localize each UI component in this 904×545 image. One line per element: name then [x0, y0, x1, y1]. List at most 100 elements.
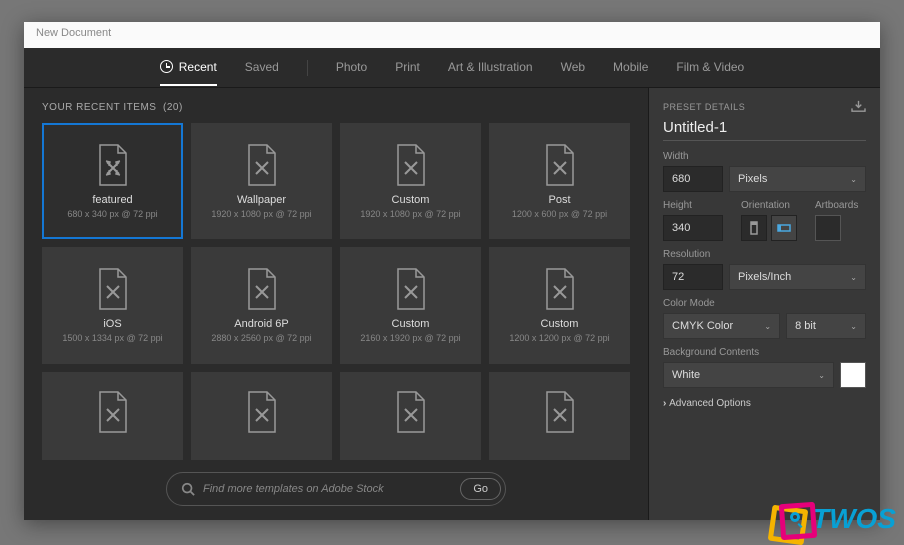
clock-icon [160, 60, 173, 73]
orientation-label: Orientation [741, 200, 797, 211]
template-card-featured[interactable]: featured 680 x 340 px @ 72 ppi [42, 123, 183, 239]
tab-photo[interactable]: Photo [336, 50, 367, 86]
dropdown-value: Pixels [738, 173, 767, 185]
card-meta: 1920 x 1080 px @ 72 ppi [360, 209, 460, 219]
tab-mobile[interactable]: Mobile [613, 50, 648, 86]
dropdown-value: White [672, 369, 700, 381]
artboards-label: Artboards [815, 200, 858, 211]
search-placeholder: Find more templates on Adobe Stock [203, 483, 452, 495]
template-card-wallpaper[interactable]: Wallpaper 1920 x 1080 px @ 72 ppi [191, 123, 332, 239]
template-card-ios[interactable]: iOS 1500 x 1334 px @ 72 ppi [42, 247, 183, 363]
background-contents-label: Background Contents [663, 347, 866, 358]
tab-art[interactable]: Art & Illustration [448, 50, 533, 86]
card-meta: 2160 x 1920 px @ 72 ppi [360, 333, 460, 343]
tab-recent[interactable]: Recent [160, 50, 217, 86]
go-button[interactable]: Go [460, 478, 501, 500]
card-title: featured [92, 194, 132, 206]
template-card-11[interactable] [340, 372, 481, 460]
background-dropdown[interactable]: White ⌄ [663, 362, 834, 388]
template-card-custom-2[interactable]: Custom 2160 x 1920 px @ 72 ppi [340, 247, 481, 363]
save-preset-icon[interactable] [851, 100, 866, 113]
card-title: Android 6P [234, 318, 288, 330]
templates-panel: YOUR RECENT ITEMS (20) featured 680 x 34… [24, 88, 648, 520]
dropdown-value: Pixels/Inch [738, 271, 791, 283]
height-input[interactable]: 340 [663, 215, 723, 241]
card-title: Custom [392, 318, 430, 330]
category-tabs: Recent Saved Photo Print Art & Illustrat… [24, 48, 880, 88]
document-icon [543, 144, 577, 186]
orientation-landscape-button[interactable] [771, 215, 797, 241]
card-meta: 1500 x 1334 px @ 72 ppi [62, 333, 162, 343]
template-card-custom-3[interactable]: Custom 1200 x 1200 px @ 72 ppi [489, 247, 630, 363]
section-header: YOUR RECENT ITEMS (20) [42, 102, 630, 113]
section-count: (20) [163, 102, 183, 113]
tab-label: Recent [179, 60, 217, 74]
template-card-10[interactable] [191, 372, 332, 460]
document-icon [96, 391, 130, 433]
dropdown-value: 8 bit [795, 320, 816, 332]
dialog-title: New Document [36, 27, 111, 39]
orientation-portrait-button[interactable] [741, 215, 767, 241]
artboards-checkbox[interactable] [815, 215, 841, 241]
preset-details-panel: PRESET DETAILS Untitled-1 Width 680 Pixe… [648, 88, 880, 520]
logo-icon [770, 503, 810, 535]
bit-depth-dropdown[interactable]: 8 bit⌄ [786, 313, 866, 339]
document-icon [394, 391, 428, 433]
document-icon [245, 268, 279, 310]
twos-logo: TWOS [770, 503, 896, 535]
width-input[interactable]: 680 [663, 166, 723, 192]
card-title: Custom [541, 318, 579, 330]
advanced-label: Advanced Options [669, 398, 751, 409]
preset-header: PRESET DETAILS [663, 100, 866, 113]
template-card-9[interactable] [42, 372, 183, 460]
tab-label: Web [561, 60, 585, 74]
document-icon [245, 144, 279, 186]
tab-label: Saved [245, 60, 279, 74]
template-card-12[interactable] [489, 372, 630, 460]
document-icon [394, 144, 428, 186]
card-title: iOS [103, 318, 121, 330]
document-icon [394, 268, 428, 310]
template-card-android[interactable]: Android 6P 2880 x 2560 px @ 72 ppi [191, 247, 332, 363]
document-icon [543, 268, 577, 310]
card-meta: 1920 x 1080 px @ 72 ppi [211, 209, 311, 219]
stock-search-bar[interactable]: Find more templates on Adobe Stock Go [166, 472, 506, 506]
document-name-field[interactable]: Untitled-1 [663, 119, 866, 141]
preset-details-label: PRESET DETAILS [663, 102, 745, 112]
template-grid: featured 680 x 340 px @ 72 ppi Wallpaper… [42, 123, 630, 460]
tab-print[interactable]: Print [395, 50, 420, 86]
width-label: Width [663, 151, 866, 162]
card-meta: 2880 x 2560 px @ 72 ppi [211, 333, 311, 343]
template-card-custom-1[interactable]: Custom 1920 x 1080 px @ 72 ppi [340, 123, 481, 239]
card-title: Wallpaper [237, 194, 286, 206]
search-icon [181, 482, 195, 496]
chevron-down-icon: ⌄ [850, 175, 857, 184]
section-label: YOUR RECENT ITEMS [42, 102, 156, 113]
height-label: Height [663, 200, 723, 211]
advanced-options-toggle[interactable]: Advanced Options [663, 398, 866, 409]
chevron-down-icon: ⌄ [818, 371, 825, 380]
template-card-post[interactable]: Post 1200 x 600 px @ 72 ppi [489, 123, 630, 239]
document-icon [543, 391, 577, 433]
tab-separator [307, 60, 308, 76]
background-color-swatch[interactable] [840, 362, 866, 388]
color-mode-dropdown[interactable]: CMYK Color⌄ [663, 313, 780, 339]
resolution-unit-dropdown[interactable]: Pixels/Inch ⌄ [729, 264, 866, 290]
card-meta: 680 x 340 px @ 72 ppi [67, 209, 157, 219]
tab-saved[interactable]: Saved [245, 50, 279, 86]
tab-label: Print [395, 60, 420, 74]
tab-web[interactable]: Web [561, 50, 585, 86]
chevron-down-icon: ⌄ [850, 273, 857, 282]
tab-label: Photo [336, 60, 367, 74]
new-document-dialog: New Document Recent Saved Photo Print Ar… [24, 22, 880, 520]
card-meta: 1200 x 1200 px @ 72 ppi [509, 333, 609, 343]
tab-film[interactable]: Film & Video [676, 50, 744, 86]
width-unit-dropdown[interactable]: Pixels ⌄ [729, 166, 866, 192]
resolution-input[interactable]: 72 [663, 264, 723, 290]
dialog-titlebar: New Document [24, 22, 880, 48]
logo-text: TWOS [812, 503, 896, 535]
color-mode-label: Color Mode [663, 298, 866, 309]
tab-label: Art & Illustration [448, 60, 533, 74]
tab-label: Film & Video [676, 60, 744, 74]
chevron-down-icon: ⌄ [764, 322, 771, 331]
